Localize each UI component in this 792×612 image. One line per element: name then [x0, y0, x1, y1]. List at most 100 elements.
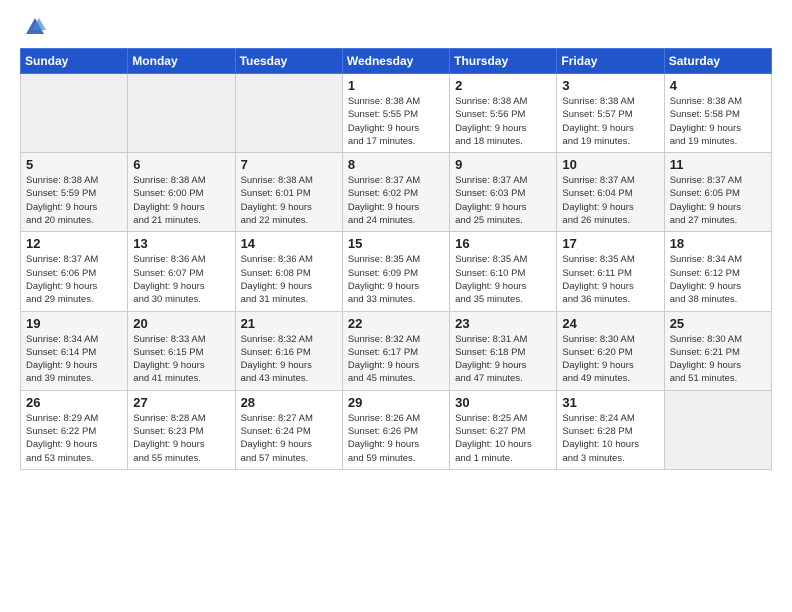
day-number: 19: [26, 316, 122, 331]
day-info: Sunrise: 8:26 AM Sunset: 6:26 PM Dayligh…: [348, 412, 444, 465]
day-info: Sunrise: 8:38 AM Sunset: 5:55 PM Dayligh…: [348, 95, 444, 148]
day-info: Sunrise: 8:38 AM Sunset: 5:57 PM Dayligh…: [562, 95, 658, 148]
day-info: Sunrise: 8:36 AM Sunset: 6:08 PM Dayligh…: [241, 253, 337, 306]
day-info: Sunrise: 8:37 AM Sunset: 6:03 PM Dayligh…: [455, 174, 551, 227]
day-number: 13: [133, 236, 229, 251]
day-info: Sunrise: 8:38 AM Sunset: 6:00 PM Dayligh…: [133, 174, 229, 227]
day-info: Sunrise: 8:30 AM Sunset: 6:21 PM Dayligh…: [670, 333, 766, 386]
day-number: 7: [241, 157, 337, 172]
logo-icon: [24, 16, 46, 38]
day-number: 30: [455, 395, 551, 410]
day-info: Sunrise: 8:31 AM Sunset: 6:18 PM Dayligh…: [455, 333, 551, 386]
day-number: 5: [26, 157, 122, 172]
calendar-cell: 16 Sunrise: 8:35 AM Sunset: 6:10 PM Dayli…: [450, 232, 557, 311]
calendar-cell: 21 Sunrise: 8:32 AM Sunset: 6:16 PM Dayli…: [235, 311, 342, 390]
weekday-header-saturday: Saturday: [664, 49, 771, 74]
calendar-cell: 18 Sunrise: 8:34 AM Sunset: 6:12 PM Dayli…: [664, 232, 771, 311]
day-number: 15: [348, 236, 444, 251]
calendar-cell: 1 Sunrise: 8:38 AM Sunset: 5:55 PM Daylig…: [342, 74, 449, 153]
day-number: 26: [26, 395, 122, 410]
day-number: 25: [670, 316, 766, 331]
day-number: 12: [26, 236, 122, 251]
day-number: 31: [562, 395, 658, 410]
calendar-cell: [128, 74, 235, 153]
calendar-cell: 6 Sunrise: 8:38 AM Sunset: 6:00 PM Daylig…: [128, 153, 235, 232]
calendar-cell: 29 Sunrise: 8:26 AM Sunset: 6:26 PM Dayli…: [342, 390, 449, 469]
day-number: 4: [670, 78, 766, 93]
day-info: Sunrise: 8:24 AM Sunset: 6:28 PM Dayligh…: [562, 412, 658, 465]
day-number: 18: [670, 236, 766, 251]
day-info: Sunrise: 8:27 AM Sunset: 6:24 PM Dayligh…: [241, 412, 337, 465]
calendar-cell: [235, 74, 342, 153]
week-row-1: 1 Sunrise: 8:38 AM Sunset: 5:55 PM Daylig…: [21, 74, 772, 153]
day-number: 6: [133, 157, 229, 172]
calendar-table: SundayMondayTuesdayWednesdayThursdayFrid…: [20, 48, 772, 470]
calendar-cell: 11 Sunrise: 8:37 AM Sunset: 6:05 PM Dayli…: [664, 153, 771, 232]
calendar-cell: 13Sunrise: 8:36 AM Sunset: 6:07 PM Dayli…: [128, 232, 235, 311]
calendar-cell: 17 Sunrise: 8:35 AM Sunset: 6:11 PM Dayli…: [557, 232, 664, 311]
day-info: Sunrise: 8:37 AM Sunset: 6:06 PM Dayligh…: [26, 253, 122, 306]
calendar-cell: 10 Sunrise: 8:37 AM Sunset: 6:04 PM Dayli…: [557, 153, 664, 232]
calendar-cell: 31 Sunrise: 8:24 AM Sunset: 6:28 PM Dayli…: [557, 390, 664, 469]
day-number: 2: [455, 78, 551, 93]
day-number: 10: [562, 157, 658, 172]
day-info: Sunrise: 8:30 AM Sunset: 6:20 PM Dayligh…: [562, 333, 658, 386]
week-row-3: 12 Sunrise: 8:37 AM Sunset: 6:06 PM Dayli…: [21, 232, 772, 311]
day-number: 3: [562, 78, 658, 93]
page: SundayMondayTuesdayWednesdayThursdayFrid…: [0, 0, 792, 490]
day-number: 8: [348, 157, 444, 172]
calendar-cell: 26Sunrise: 8:29 AM Sunset: 6:22 PM Dayli…: [21, 390, 128, 469]
calendar-cell: 20Sunrise: 8:33 AM Sunset: 6:15 PM Dayli…: [128, 311, 235, 390]
calendar-cell: 28 Sunrise: 8:27 AM Sunset: 6:24 PM Dayli…: [235, 390, 342, 469]
calendar-cell: 7 Sunrise: 8:38 AM Sunset: 6:01 PM Daylig…: [235, 153, 342, 232]
day-info: Sunrise: 8:38 AM Sunset: 5:56 PM Dayligh…: [455, 95, 551, 148]
calendar-cell: 27 Sunrise: 8:28 AM Sunset: 6:23 PM Dayli…: [128, 390, 235, 469]
calendar-cell: 30Sunrise: 8:25 AM Sunset: 6:27 PM Dayli…: [450, 390, 557, 469]
day-info: Sunrise: 8:32 AM Sunset: 6:16 PM Dayligh…: [241, 333, 337, 386]
day-number: 28: [241, 395, 337, 410]
weekday-header-sunday: Sunday: [21, 49, 128, 74]
calendar-cell: 22 Sunrise: 8:32 AM Sunset: 6:17 PM Dayli…: [342, 311, 449, 390]
calendar-cell: 24 Sunrise: 8:30 AM Sunset: 6:20 PM Dayli…: [557, 311, 664, 390]
calendar-cell: 15 Sunrise: 8:35 AM Sunset: 6:09 PM Dayli…: [342, 232, 449, 311]
calendar-cell: 5Sunrise: 8:38 AM Sunset: 5:59 PM Daylig…: [21, 153, 128, 232]
day-number: 16: [455, 236, 551, 251]
day-number: 1: [348, 78, 444, 93]
calendar-cell: 9Sunrise: 8:37 AM Sunset: 6:03 PM Daylig…: [450, 153, 557, 232]
day-info: Sunrise: 8:35 AM Sunset: 6:09 PM Dayligh…: [348, 253, 444, 306]
calendar-cell: 19 Sunrise: 8:34 AM Sunset: 6:14 PM Dayli…: [21, 311, 128, 390]
day-number: 22: [348, 316, 444, 331]
calendar-cell: 12 Sunrise: 8:37 AM Sunset: 6:06 PM Dayli…: [21, 232, 128, 311]
day-info: Sunrise: 8:32 AM Sunset: 6:17 PM Dayligh…: [348, 333, 444, 386]
day-info: Sunrise: 8:37 AM Sunset: 6:02 PM Dayligh…: [348, 174, 444, 227]
day-number: 27: [133, 395, 229, 410]
day-number: 21: [241, 316, 337, 331]
day-number: 23: [455, 316, 551, 331]
day-number: 11: [670, 157, 766, 172]
calendar-cell: 2 Sunrise: 8:38 AM Sunset: 5:56 PM Daylig…: [450, 74, 557, 153]
weekday-header-friday: Friday: [557, 49, 664, 74]
day-info: Sunrise: 8:37 AM Sunset: 6:05 PM Dayligh…: [670, 174, 766, 227]
day-info: Sunrise: 8:35 AM Sunset: 6:10 PM Dayligh…: [455, 253, 551, 306]
day-info: Sunrise: 8:37 AM Sunset: 6:04 PM Dayligh…: [562, 174, 658, 227]
logo: [20, 16, 46, 38]
day-number: 24: [562, 316, 658, 331]
day-info: Sunrise: 8:38 AM Sunset: 6:01 PM Dayligh…: [241, 174, 337, 227]
day-info: Sunrise: 8:33 AM Sunset: 6:15 PM Dayligh…: [133, 333, 229, 386]
day-number: 14: [241, 236, 337, 251]
day-number: 29: [348, 395, 444, 410]
day-info: Sunrise: 8:34 AM Sunset: 6:12 PM Dayligh…: [670, 253, 766, 306]
header: [20, 16, 772, 38]
calendar-cell: 25 Sunrise: 8:30 AM Sunset: 6:21 PM Dayli…: [664, 311, 771, 390]
day-info: Sunrise: 8:34 AM Sunset: 6:14 PM Dayligh…: [26, 333, 122, 386]
calendar-cell: 23 Sunrise: 8:31 AM Sunset: 6:18 PM Dayli…: [450, 311, 557, 390]
day-number: 17: [562, 236, 658, 251]
day-info: Sunrise: 8:28 AM Sunset: 6:23 PM Dayligh…: [133, 412, 229, 465]
week-row-4: 19 Sunrise: 8:34 AM Sunset: 6:14 PM Dayli…: [21, 311, 772, 390]
calendar-cell: 3 Sunrise: 8:38 AM Sunset: 5:57 PM Daylig…: [557, 74, 664, 153]
calendar-cell: 14 Sunrise: 8:36 AM Sunset: 6:08 PM Dayli…: [235, 232, 342, 311]
calendar-cell: 8 Sunrise: 8:37 AM Sunset: 6:02 PM Daylig…: [342, 153, 449, 232]
weekday-header-wednesday: Wednesday: [342, 49, 449, 74]
weekday-header-monday: Monday: [128, 49, 235, 74]
day-info: Sunrise: 8:35 AM Sunset: 6:11 PM Dayligh…: [562, 253, 658, 306]
